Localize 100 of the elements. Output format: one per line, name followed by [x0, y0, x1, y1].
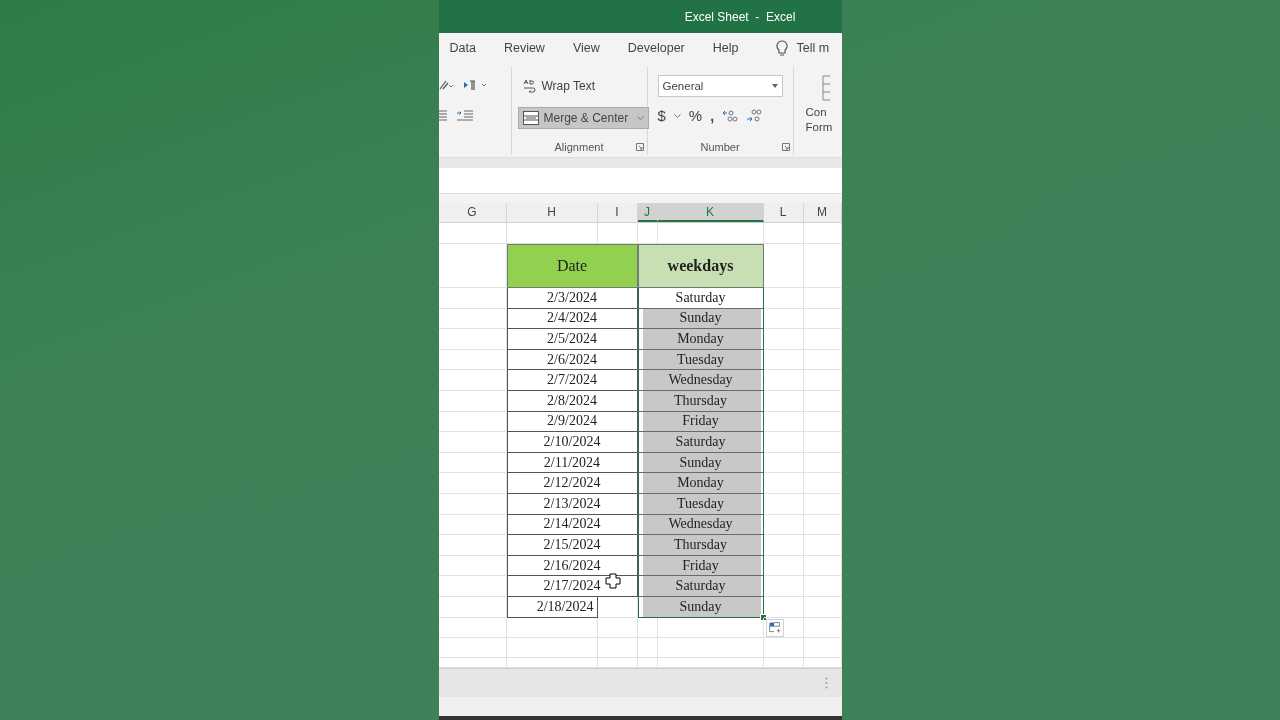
conditional-formatting-button[interactable]: Con Form [805, 105, 833, 135]
empty-cell[interactable] [803, 432, 842, 453]
empty-cell[interactable] [803, 535, 842, 556]
group-label: Number [700, 141, 740, 153]
empty-cell[interactable] [438, 514, 507, 536]
empty-cell[interactable] [506, 617, 598, 638]
empty-cell[interactable] [637, 637, 658, 658]
empty-cell[interactable] [597, 657, 638, 668]
empty-cell[interactable] [438, 637, 507, 658]
empty-cell[interactable] [438, 390, 507, 412]
empty-cell[interactable] [438, 370, 507, 391]
ribbon-tab[interactable]: Data [449, 41, 476, 55]
formula-bar[interactable] [438, 168, 842, 194]
empty-cell[interactable] [438, 555, 507, 577]
empty-cell[interactable] [763, 637, 804, 658]
caret-icon[interactable] [673, 113, 681, 118]
date-cell: 2/7/2024 [506, 370, 638, 391]
empty-cell[interactable] [438, 596, 507, 618]
empty-cell[interactable] [803, 223, 842, 244]
column-header[interactable]: I [597, 203, 638, 222]
empty-cell[interactable] [763, 657, 804, 668]
currency-button[interactable]: $ [657, 107, 666, 124]
percent-button[interactable]: % [688, 107, 703, 124]
empty-cell[interactable] [438, 308, 507, 330]
empty-cell[interactable] [803, 657, 842, 668]
weekday-cell: Saturday [637, 576, 764, 597]
column-header[interactable]: H [506, 203, 598, 222]
empty-cell[interactable] [506, 657, 598, 668]
tell-me-search[interactable]: Tell m [796, 41, 830, 55]
empty-cell[interactable] [803, 370, 842, 391]
empty-cell[interactable] [803, 288, 842, 309]
empty-cell[interactable] [597, 637, 638, 658]
window-title: Excel Sheet - Excel [684, 9, 796, 24]
empty-cell[interactable] [803, 244, 842, 288]
empty-cell[interactable] [803, 596, 842, 618]
empty-cell[interactable] [803, 576, 842, 597]
empty-cell[interactable] [438, 617, 507, 638]
empty-cell[interactable] [803, 349, 842, 371]
column-header[interactable]: L [763, 203, 804, 222]
decrease-decimal-icon[interactable] [746, 108, 763, 123]
empty-cell[interactable] [438, 473, 507, 494]
empty-cell[interactable] [506, 637, 598, 658]
outdent-icon[interactable] [438, 109, 447, 121]
empty-cell[interactable] [438, 432, 507, 453]
weekday-cell: Wednesday [637, 370, 764, 391]
empty-cell[interactable] [803, 329, 842, 350]
date-cell: 2/14/2024 [506, 514, 638, 536]
number-format-dropdown[interactable]: General [657, 75, 783, 97]
dialog-launcher-icon[interactable] [635, 143, 644, 151]
empty-cell[interactable] [657, 637, 764, 658]
empty-cell[interactable] [803, 308, 842, 330]
ribbon-tab[interactable]: Review [503, 41, 545, 55]
empty-cell[interactable] [803, 473, 842, 494]
empty-cell[interactable] [803, 514, 842, 536]
ribbon-tab[interactable]: View [572, 41, 600, 55]
date-cell: 2/8/2024 [506, 390, 638, 412]
empty-cell[interactable] [438, 657, 507, 668]
empty-cell[interactable] [637, 617, 658, 638]
empty-cell[interactable] [803, 493, 842, 515]
empty-cell[interactable] [803, 452, 842, 474]
date-cell: 2/18/2024 [506, 596, 598, 618]
wrap-text-button[interactable]: Wrap Text [517, 75, 601, 97]
paste-options-icon[interactable] [765, 618, 784, 637]
empty-cell[interactable] [803, 637, 842, 658]
empty-cell[interactable] [763, 617, 804, 638]
empty-cell[interactable] [438, 329, 507, 350]
empty-cell[interactable] [763, 288, 804, 309]
merge-center-button[interactable]: Merge & Center [517, 107, 650, 129]
ribbon-tab[interactable]: Developer [627, 41, 685, 55]
indent-icon[interactable] [456, 109, 473, 121]
empty-cell[interactable] [657, 657, 764, 668]
empty-cell[interactable] [597, 617, 638, 638]
column-header[interactable]: K [657, 203, 764, 222]
empty-cell[interactable] [438, 452, 507, 474]
date-cell: 2/3/2024 [506, 288, 638, 309]
ribbon-tab[interactable]: Help [712, 41, 739, 55]
weekday-cell: Monday [637, 473, 764, 494]
column-header[interactable]: M [803, 203, 842, 222]
dialog-launcher-icon[interactable] [781, 143, 790, 151]
paragraph-direction-icon[interactable] [462, 79, 489, 91]
empty-cell[interactable] [438, 493, 507, 515]
empty-cell[interactable] [438, 223, 507, 244]
empty-cell[interactable] [438, 411, 507, 433]
empty-cell[interactable] [637, 657, 658, 668]
column-header[interactable]: G [438, 203, 507, 222]
empty-cell[interactable] [438, 535, 507, 556]
empty-cell[interactable] [763, 244, 804, 288]
empty-cell[interactable] [438, 288, 507, 309]
empty-cell[interactable] [803, 390, 842, 412]
fill-handle[interactable] [759, 613, 767, 621]
empty-cell[interactable] [763, 223, 804, 244]
empty-cell[interactable] [803, 411, 842, 433]
empty-cell[interactable] [803, 617, 842, 638]
orientation-icon[interactable] [438, 79, 453, 91]
empty-cell[interactable] [438, 576, 507, 597]
comma-style-button[interactable]: , [710, 107, 715, 124]
empty-cell[interactable] [438, 349, 507, 371]
increase-decimal-icon[interactable] [722, 108, 739, 123]
empty-cell[interactable] [803, 555, 842, 577]
more-options-icon[interactable] [824, 676, 828, 689]
